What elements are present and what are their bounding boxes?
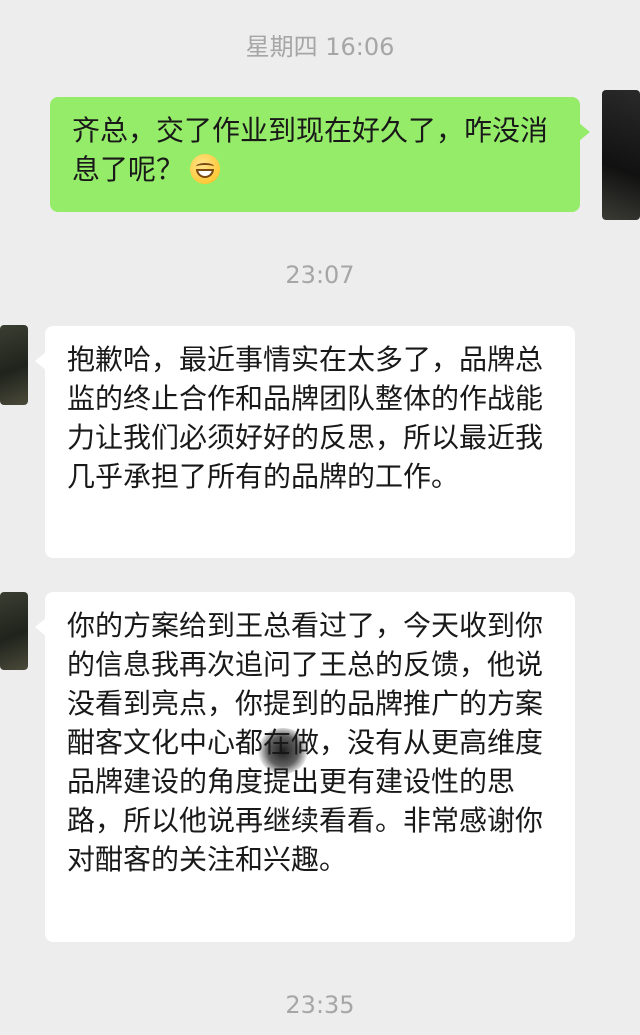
timestamp: 23:07: [285, 261, 355, 289]
redaction-smudge: [258, 728, 308, 774]
timestamp: 23:35: [285, 991, 355, 1019]
grinning-face-emoji-icon: [190, 154, 221, 184]
received-message-bubble[interactable]: 你的方案给到王总看过了，今天收到你的信息我再次追问了王总的反馈，他说没看到亮点，…: [35, 592, 575, 942]
sent-message-bubble[interactable]: 齐总，交了作业到现在好久了，咋没消息了呢？: [50, 97, 590, 212]
message-text: 齐总，交了作业到现在好久了，咋没消息了呢？: [72, 114, 549, 186]
my-avatar[interactable]: [602, 90, 640, 220]
received-message-bubble[interactable]: 抱歉哈，最近事情实在太多了，品牌总监的终止合作和品牌团队整体的作战能力让我们必须…: [35, 326, 575, 558]
timestamp: 星期四 16:06: [245, 33, 395, 61]
contact-avatar[interactable]: [0, 592, 28, 670]
contact-avatar[interactable]: [0, 325, 28, 405]
message-text: 抱歉哈，最近事情实在太多了，品牌总监的终止合作和品牌团队整体的作战能力让我们必须…: [67, 343, 544, 493]
